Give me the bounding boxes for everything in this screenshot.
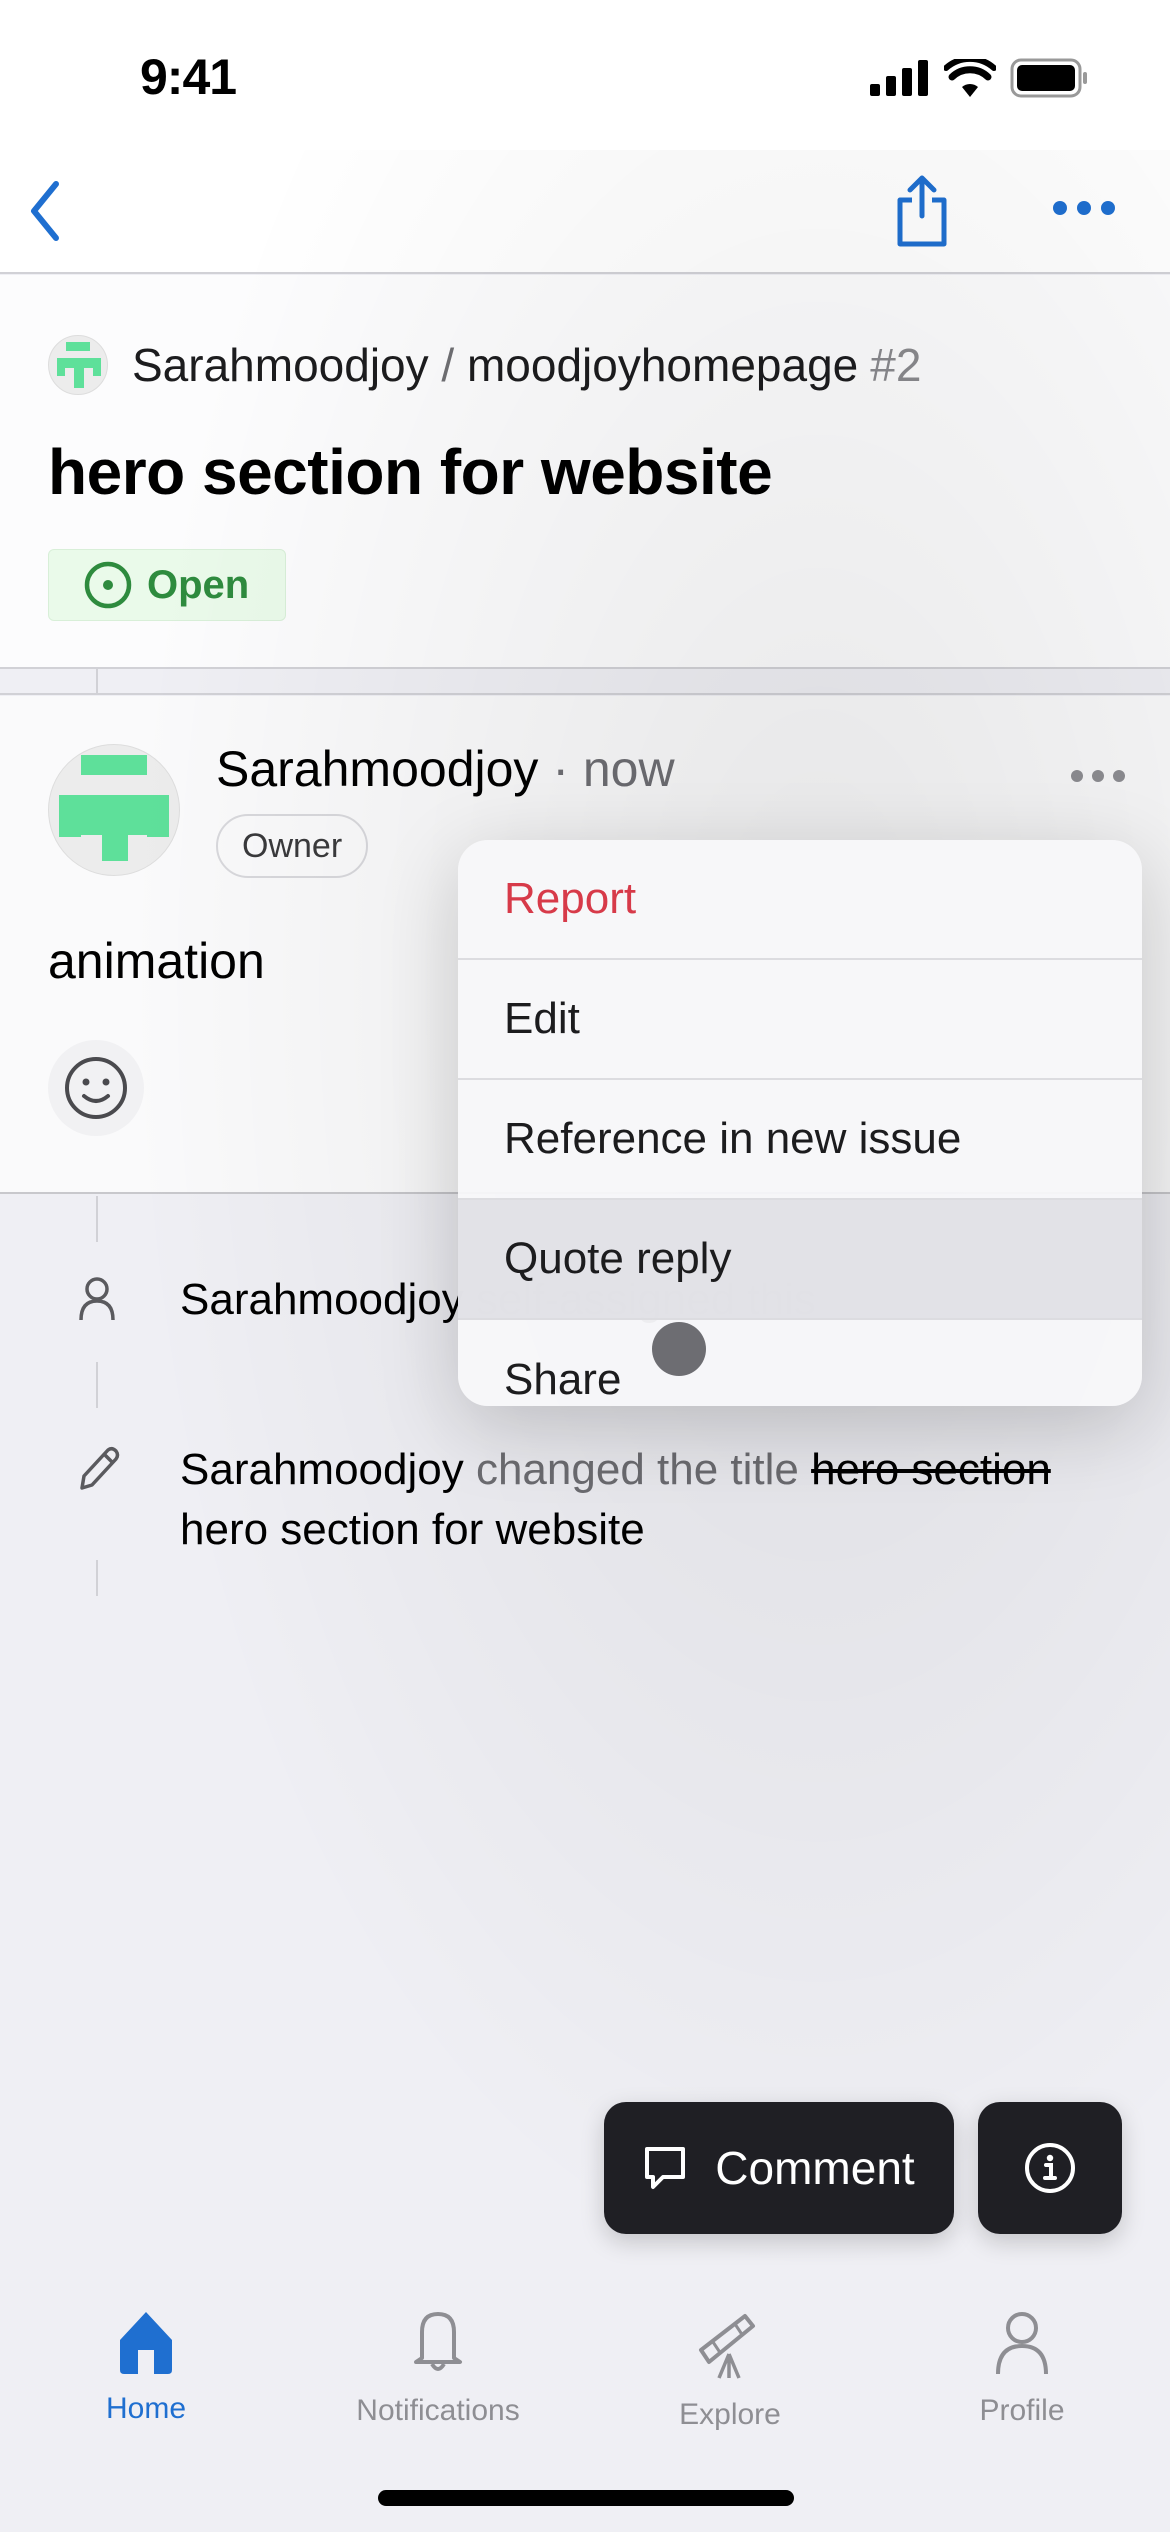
event-actor[interactable]: Sarahmoodjoy — [180, 1275, 464, 1324]
repo-separator: / — [428, 339, 467, 391]
repo-owner-avatar — [48, 335, 108, 395]
comment-author[interactable]: Sarahmoodjoy — [216, 741, 538, 797]
old-title: hero section — [811, 1445, 1051, 1494]
timeline-line — [96, 669, 98, 695]
menu-item-report[interactable]: Report — [458, 840, 1142, 960]
comment-body: animation — [48, 933, 265, 989]
touch-indicator — [652, 1322, 706, 1376]
info-button[interactable] — [978, 2102, 1122, 2234]
repo-name[interactable]: moodjoyhomepage — [467, 338, 858, 392]
comment-time: · now — [538, 741, 675, 797]
context-menu: Report Edit Reference in new issue Quote… — [458, 840, 1142, 1406]
issue-header: Sarahmoodjoy / moodjoyhomepage #2 hero s… — [0, 275, 1170, 669]
menu-item-reference-in-new-issue[interactable]: Reference in new issue — [458, 1080, 1142, 1200]
repo-owner[interactable]: Sarahmoodjoy — [132, 338, 429, 392]
event-text: Sarahmoodjoy changed the title hero sect… — [180, 1440, 1130, 1560]
section-gap — [0, 669, 1170, 695]
owner-badge: Owner — [216, 814, 369, 878]
tab-label: Profile — [979, 2394, 1065, 2427]
home-icon — [120, 2312, 172, 2374]
event-actor[interactable]: Sarahmoodjoy — [180, 1445, 464, 1494]
tab-profile[interactable]: Profile — [876, 2310, 1168, 2428]
issue-number: #2 — [870, 339, 922, 391]
timeline-line — [96, 1560, 98, 1596]
status-label: Open — [147, 562, 250, 607]
tab-explore[interactable]: Explore — [584, 2310, 876, 2432]
smiley-icon — [65, 1057, 127, 1119]
wifi-icon — [944, 59, 996, 97]
tab-notifications[interactable]: Notifications — [292, 2310, 584, 2428]
pencil-icon — [80, 1446, 120, 1490]
issue-title: hero section for website — [48, 436, 773, 508]
person-icon — [79, 1277, 115, 1321]
status-icons — [870, 58, 1090, 98]
comment-icon — [645, 2147, 686, 2189]
chevron-left-icon[interactable] — [22, 176, 72, 246]
repo-breadcrumb[interactable]: Sarahmoodjoy / moodjoyhomepage #2 — [48, 335, 921, 395]
comment-button-label: Comment — [715, 2142, 915, 2194]
avatar[interactable] — [48, 744, 180, 876]
tab-home[interactable]: Home — [0, 2310, 292, 2426]
bell-icon — [414, 2312, 462, 2371]
timeline-line — [96, 1196, 98, 1242]
person-icon — [996, 2312, 1048, 2375]
navigation-bar — [0, 150, 1170, 274]
battery-icon — [1010, 58, 1087, 98]
status-badge: Open — [48, 549, 287, 621]
status-time: 9:41 — [140, 49, 237, 105]
add-reaction-button[interactable] — [48, 1040, 144, 1136]
tab-label: Home — [105, 2392, 187, 2425]
cellular-signal-icon — [870, 60, 928, 96]
status-bar: 9:41 — [0, 0, 1170, 150]
timeline-line — [96, 1362, 98, 1408]
menu-item-share[interactable]: Share — [458, 1320, 1142, 1406]
comment-author-line: Sarahmoodjoy · now — [216, 740, 675, 798]
info-icon — [1025, 2143, 1075, 2193]
home-indicator — [378, 2490, 794, 2506]
tab-label: Notifications — [356, 2394, 520, 2427]
menu-item-edit[interactable]: Edit — [458, 960, 1142, 1080]
comment-button[interactable]: Comment — [604, 2102, 954, 2234]
tab-label: Explore — [679, 2398, 781, 2431]
new-title: hero section for website — [180, 1505, 645, 1554]
share-icon[interactable] — [894, 172, 950, 248]
event-action: changed the title — [463, 1445, 812, 1494]
issue-open-icon — [84, 561, 132, 609]
menu-item-quote-reply[interactable]: Quote reply — [458, 1200, 1142, 1320]
telescope-icon — [699, 2314, 755, 2379]
comment-more-icon[interactable] — [1070, 766, 1126, 786]
ellipsis-icon[interactable] — [1052, 196, 1116, 220]
